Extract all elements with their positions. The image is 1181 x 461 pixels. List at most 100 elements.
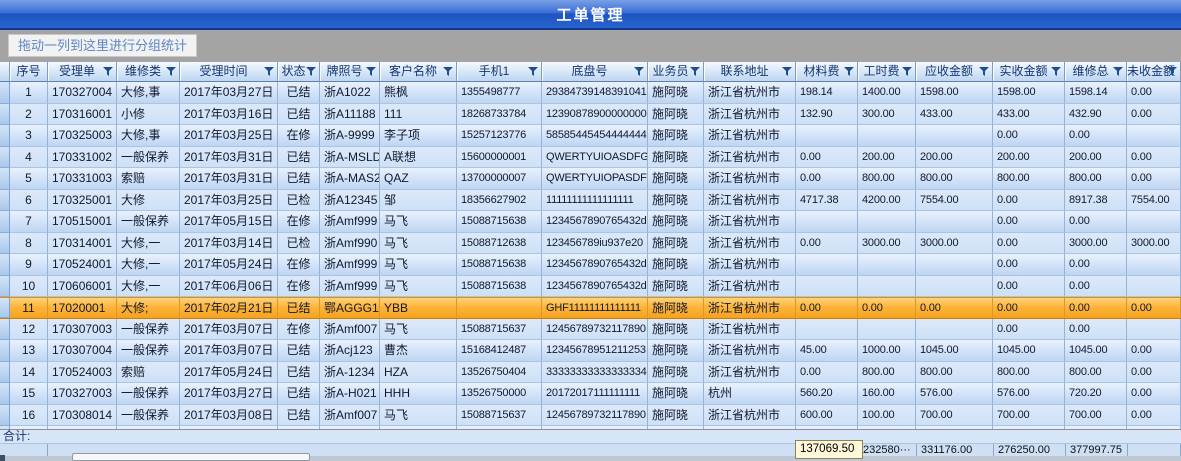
table-row[interactable]: 16170308014一般保养2017年03月08日已结浙Amf007马飞150… [0,405,1181,427]
row-indicator[interactable] [0,211,10,233]
row-indicator[interactable] [0,298,10,318]
filter-icon[interactable] [306,67,316,76]
cell-status: 已结 [278,383,320,405]
column-header-address[interactable]: 联系地址 [704,62,796,82]
row-indicator[interactable] [0,362,10,384]
filter-icon[interactable] [979,67,989,76]
column-header-status[interactable]: 状态 [278,62,320,82]
filter-icon[interactable] [166,67,176,76]
row-indicator[interactable] [0,276,10,298]
cell-repair_total: 432.90 [1065,104,1127,126]
row-indicator[interactable] [0,104,10,126]
table-row[interactable]: 3170325003大修,事2017年03月25日在修浙A-9999李子项152… [0,125,1181,147]
table-row[interactable]: 13170307004一般保养2017年03月07日已结浙Acj123曹杰151… [0,340,1181,362]
filter-icon[interactable] [690,67,700,76]
filter-icon[interactable] [103,67,113,76]
row-indicator[interactable] [0,340,10,362]
filter-icon[interactable] [528,67,538,76]
column-header-accept_date[interactable]: 受理时间 [180,62,278,82]
row-indicator[interactable] [0,383,10,405]
cell-repair_total: 0.00 [1065,211,1127,233]
cell-customer: QAZ [380,168,457,190]
column-header-material_fee[interactable]: 材料费 [796,62,858,82]
row-indicator[interactable] [0,254,10,276]
filter-icon[interactable] [782,67,792,76]
filter-icon[interactable] [1051,67,1061,76]
filter-icon[interactable] [443,67,453,76]
column-header-receivable[interactable]: 应收金额 [916,62,993,82]
cell-plate_no: 浙Amf007 [320,319,380,341]
filter-icon[interactable] [844,67,854,76]
cell-receivable [916,319,993,341]
column-header-chassis_no[interactable]: 底盘号 [542,62,648,82]
filter-icon[interactable] [1113,67,1123,76]
table-row[interactable]: 9170524001大修,一2017年05月24日在修浙Amf999马飞1508… [0,254,1181,276]
table-row[interactable]: 12170307003一般保养2017年03月07日在修浙Amf007马飞150… [0,319,1181,341]
column-header-label: 受理单 [59,64,105,78]
horizontal-scrollbar[interactable] [0,456,1181,461]
cell-plate_no: 鄂AGGG11 [320,298,380,318]
row-indicator[interactable] [0,82,10,104]
row-indicator[interactable] [0,147,10,169]
cell-customer: 马飞 [380,319,457,341]
cell-receivable: 3000.00 [916,233,993,255]
row-indicator[interactable] [0,319,10,341]
filter-icon[interactable] [634,67,644,76]
column-header-labor_fee[interactable]: 工时费 [858,62,916,82]
column-header-order_no[interactable]: 受理单 [48,62,117,82]
scrollbar-thumb[interactable] [72,453,310,461]
table-row[interactable]: 14170524003索赔2017年05月24日已结浙A-1234HZA1352… [0,362,1181,384]
cell-labor_fee [858,211,916,233]
cell-received: 0.00 [993,190,1065,212]
filter-icon[interactable] [1167,67,1177,76]
table-row[interactable]: 15170327003一般保养2017年03月27日已结浙A-H021HHH13… [0,383,1181,405]
row-indicator[interactable] [0,233,10,255]
table-row[interactable]: 8170314001大修,一2017年03月14日已检浙Amf990马飞1508… [0,233,1181,255]
table-row[interactable]: 4170331002一般保养2017年03月31日已结浙A-MSLDA联想156… [0,147,1181,169]
filter-icon[interactable] [264,67,274,76]
row-indicator[interactable] [0,405,10,427]
cell-customer: 马飞 [380,276,457,298]
cell-status: 在修 [278,211,320,233]
cell-seq: 16 [10,405,48,427]
table-row[interactable]: 10170606001大修,一2017年06月06日在修浙Amf999马飞150… [0,276,1181,298]
cell-labor_fee: 1000.00 [858,340,916,362]
column-header-seq[interactable]: 序号 [10,62,48,82]
column-header-received[interactable]: 实收金额 [993,62,1065,82]
column-header-repair_total[interactable]: 维修总 [1065,62,1127,82]
table-row[interactable]: 2170316001小修2017年03月16日已结浙A1118811118268… [0,104,1181,126]
table-row-selected[interactable]: 1117020001大修;2017年02月21日已结鄂AGGG11YBBGHF1… [0,297,1181,319]
table-row[interactable]: 7170515001一般保养2017年05月15日在修浙Amf999马飞1508… [0,211,1181,233]
cell-chassis_no: GHF11111111111111 [542,298,648,318]
cell-seq: 5 [10,168,48,190]
cell-receivable: 800.00 [916,168,993,190]
group-by-drop-zone[interactable]: 拖动一列到这里进行分组统计 [8,34,197,57]
row-indicator[interactable] [0,190,10,212]
column-header-phone1[interactable]: 手机1 [457,62,542,82]
cell-status: 已结 [278,405,320,427]
table-row[interactable]: 1170327004大修,事2017年03月27日已结浙A1022熊枫13554… [0,82,1181,104]
cell-repair_total: 800.00 [1065,362,1127,384]
column-header-salesperson[interactable]: 业务员 [648,62,704,82]
cell-address: 浙江省杭州市 [704,276,796,298]
filter-icon[interactable] [366,67,376,76]
cell-repair_type: 大修,事 [117,125,180,147]
row-indicator[interactable] [0,168,10,190]
cell-received: 433.00 [993,104,1065,126]
cell-chassis_no: QWERTYUIOASDFGHJ2 [542,147,648,169]
column-header-repair_type[interactable]: 维修类 [117,62,180,82]
cell-status: 已结 [278,168,320,190]
cell-unpaid: 0.00 [1127,104,1181,126]
column-header-customer[interactable]: 客户名称 [380,62,457,82]
cell-chassis_no: 1234567890765432d [542,254,648,276]
row-indicator[interactable] [0,125,10,147]
filter-icon[interactable] [902,67,912,76]
cell-seq: 9 [10,254,48,276]
table-row[interactable]: 5170331003索赔2017年03月31日已结浙A-MAS2QAZ13700… [0,168,1181,190]
cell-repair_total: 1598.14 [1065,82,1127,104]
column-header-plate_no[interactable]: 牌照号 [320,62,380,82]
table-row[interactable]: 6170325001大修2017年03月25日已检浙A12345邹1835662… [0,190,1181,212]
cell-address: 浙江省杭州市 [704,211,796,233]
column-header-unpaid[interactable]: 未收金额 [1127,62,1181,82]
cell-plate_no: 浙Amf999 [320,276,380,298]
